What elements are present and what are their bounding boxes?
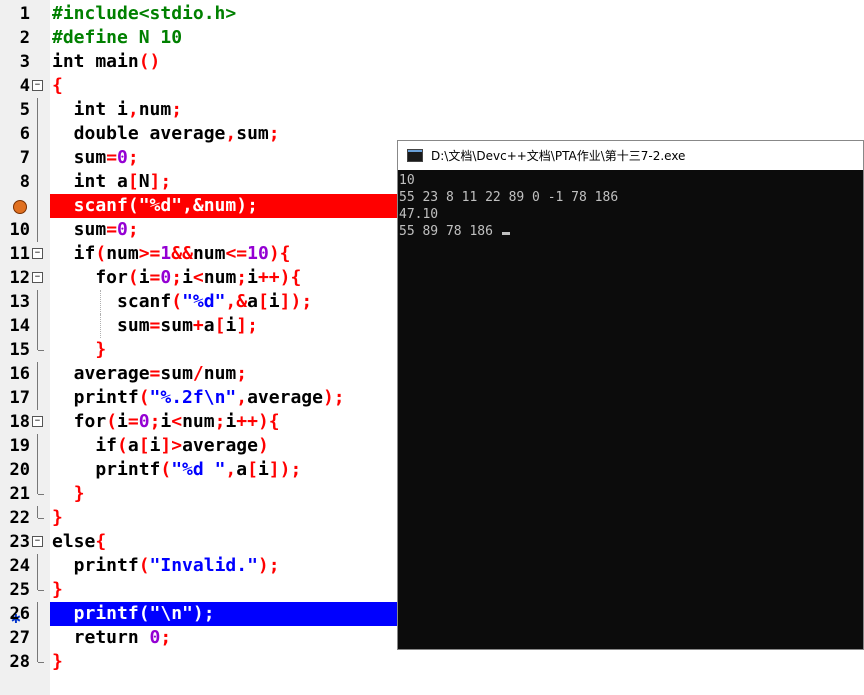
fold-guide bbox=[37, 218, 38, 242]
fold-toggle-icon[interactable]: − bbox=[32, 248, 43, 259]
fold-toggle-icon[interactable]: − bbox=[32, 416, 43, 427]
line-number[interactable]: 6 bbox=[0, 122, 30, 146]
code-text[interactable]: scanf("%d",&a[i]); bbox=[52, 290, 312, 314]
line-number[interactable]: 17 bbox=[0, 386, 30, 410]
fold-guide bbox=[37, 458, 38, 482]
console-line: 55 89 78 186 bbox=[398, 223, 863, 240]
fold-toggle-icon[interactable]: − bbox=[32, 80, 43, 91]
code-line[interactable]: 2 #define N 10 bbox=[0, 26, 864, 50]
code-text[interactable]: } bbox=[52, 650, 63, 674]
line-number[interactable]: 20 bbox=[0, 458, 30, 482]
code-text[interactable]: average=sum/num; bbox=[52, 362, 247, 386]
fold-guide bbox=[37, 650, 44, 663]
fold-guide bbox=[37, 338, 44, 351]
code-text[interactable]: printf("%.2f\n",average); bbox=[52, 386, 345, 410]
code-text[interactable]: printf("\n"); bbox=[52, 602, 215, 626]
code-line[interactable]: 5 int i,num; bbox=[0, 98, 864, 122]
code-text[interactable]: scanf("%d",&num); bbox=[52, 194, 258, 218]
code-text[interactable]: double average,sum; bbox=[52, 122, 280, 146]
code-line[interactable]: 1 #include<stdio.h> bbox=[0, 2, 864, 26]
code-text[interactable]: for(i=0;i<num;i++){ bbox=[52, 266, 301, 290]
fold-toggle-icon[interactable]: − bbox=[32, 272, 43, 283]
code-line[interactable]: 4−{ bbox=[0, 74, 864, 98]
fold-guide bbox=[37, 122, 38, 146]
fold-guide bbox=[37, 554, 38, 578]
code-text[interactable]: #define N 10 bbox=[52, 26, 182, 50]
fold-guide bbox=[37, 290, 38, 314]
fold-guide bbox=[37, 146, 38, 170]
code-text[interactable]: for(i=0;i<num;i++){ bbox=[52, 410, 280, 434]
code-line[interactable]: 3 int main() bbox=[0, 50, 864, 74]
code-text[interactable]: if(a[i]>average) bbox=[52, 434, 268, 458]
fold-guide bbox=[37, 314, 38, 338]
console-app-icon bbox=[407, 149, 423, 162]
code-text[interactable]: sum=0; bbox=[52, 218, 139, 242]
console-titlebar[interactable]: D:\文档\Devc++文档\PTA作业\第十三7-2.exe bbox=[398, 141, 863, 170]
fold-guide bbox=[37, 578, 44, 591]
code-text[interactable]: printf("Invalid."); bbox=[52, 554, 280, 578]
code-text[interactable]: } bbox=[52, 338, 106, 362]
code-text[interactable]: int a[N]; bbox=[52, 170, 172, 194]
line-number[interactable]: 13 bbox=[0, 290, 30, 314]
code-text[interactable]: } bbox=[52, 506, 63, 530]
line-number[interactable]: 15 bbox=[0, 338, 30, 362]
console-line: 10 bbox=[399, 173, 415, 188]
line-number[interactable]: 27 bbox=[0, 626, 30, 650]
console-line: 47.10 bbox=[399, 207, 439, 222]
fold-guide bbox=[37, 170, 38, 194]
line-number[interactable]: 8 bbox=[0, 170, 30, 194]
fold-guide bbox=[37, 434, 38, 458]
line-number[interactable]: 3 bbox=[0, 50, 30, 74]
line-number[interactable]: 11 bbox=[0, 242, 30, 266]
code-text[interactable]: { bbox=[52, 74, 63, 98]
fold-guide bbox=[37, 482, 44, 495]
line-number[interactable]: 22 bbox=[0, 506, 30, 530]
code-text[interactable]: } bbox=[52, 578, 63, 602]
line-number[interactable]: 1 bbox=[0, 2, 30, 26]
line-number[interactable]: 28 bbox=[0, 650, 30, 674]
code-text[interactable]: return 0; bbox=[52, 626, 172, 650]
console-window[interactable]: D:\文档\Devc++文档\PTA作业\第十三7-2.exe 10 55 23 … bbox=[397, 140, 864, 650]
line-number[interactable]: 18 bbox=[0, 410, 30, 434]
line-number[interactable]: 24 bbox=[0, 554, 30, 578]
code-text[interactable]: int i,num; bbox=[52, 98, 182, 122]
breakpoint-icon[interactable] bbox=[13, 200, 27, 214]
line-number[interactable]: 5 bbox=[0, 98, 30, 122]
fold-guide bbox=[37, 98, 38, 122]
line-number[interactable]: 10 bbox=[0, 218, 30, 242]
fold-guide bbox=[37, 386, 38, 410]
code-text[interactable]: } bbox=[52, 482, 85, 506]
console-output: 10 55 23 8 11 22 89 0 -1 78 186 47.10 55 89… bbox=[398, 170, 863, 240]
line-number[interactable]: 16 bbox=[0, 362, 30, 386]
code-text[interactable]: #include<stdio.h> bbox=[52, 2, 236, 26]
code-text[interactable]: if(num>=1&&num<=10){ bbox=[52, 242, 291, 266]
console-line: 55 23 8 11 22 89 0 -1 78 186 bbox=[399, 190, 619, 205]
line-number[interactable]: 19 bbox=[0, 434, 30, 458]
line-number[interactable]: 26 bbox=[0, 602, 30, 626]
code-text[interactable]: printf("%d ",a[i]); bbox=[52, 458, 301, 482]
fold-guide bbox=[37, 506, 44, 519]
line-number[interactable]: 4 bbox=[0, 74, 30, 98]
line-number[interactable]: 7 bbox=[0, 146, 30, 170]
code-text[interactable]: sum=sum+a[i]; bbox=[52, 314, 258, 338]
line-number[interactable]: 14 bbox=[0, 314, 30, 338]
code-text[interactable]: int main() bbox=[52, 50, 160, 74]
line-number[interactable]: 2 bbox=[0, 26, 30, 50]
code-text[interactable]: else{ bbox=[52, 530, 106, 554]
line-number[interactable]: 21 bbox=[0, 482, 30, 506]
line-number[interactable]: 12 bbox=[0, 266, 30, 290]
fold-guide bbox=[37, 362, 38, 386]
console-cursor bbox=[501, 232, 510, 235]
fold-guide bbox=[37, 626, 38, 650]
code-line[interactable]: 28} bbox=[0, 650, 864, 674]
line-number[interactable]: 25 bbox=[0, 578, 30, 602]
fold-guide bbox=[37, 194, 38, 218]
fold-toggle-icon[interactable]: − bbox=[32, 536, 43, 547]
fold-guide bbox=[37, 602, 38, 626]
line-number[interactable]: 23 bbox=[0, 530, 30, 554]
code-text[interactable]: sum=0; bbox=[52, 146, 139, 170]
console-title: D:\文档\Devc++文档\PTA作业\第十三7-2.exe bbox=[431, 149, 686, 163]
